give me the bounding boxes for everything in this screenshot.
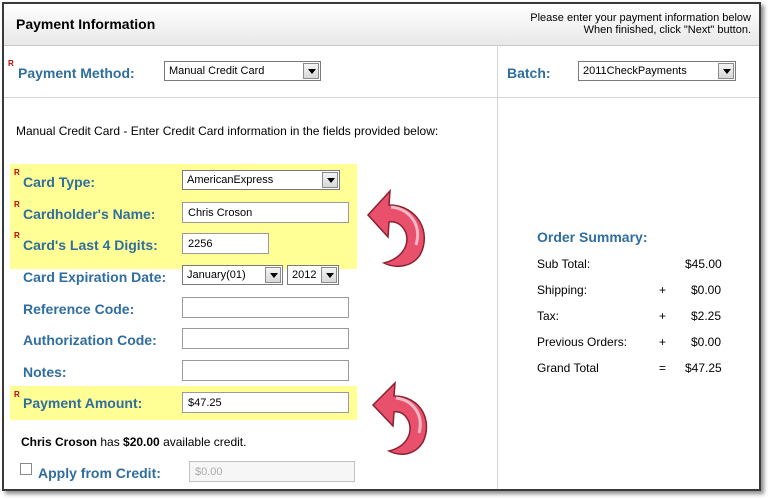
payment-amount-label: Payment Amount: xyxy=(23,395,143,411)
chevron-down-icon[interactable] xyxy=(322,172,338,188)
shipping-value: $0.00 xyxy=(691,283,722,297)
shipping-sign: + xyxy=(659,283,667,297)
grand-total-value: $47.25 xyxy=(685,361,722,375)
order-summary-title: Order Summary: xyxy=(537,229,648,245)
payment-method-value: Manual Credit Card xyxy=(169,65,265,77)
required-marker: R xyxy=(14,200,20,209)
intro-text: Manual Credit Card - Enter Credit Card i… xyxy=(16,124,439,138)
chevron-down-icon[interactable] xyxy=(265,267,281,283)
authorization-code-label: Authorization Code: xyxy=(23,332,157,348)
instruction-line-1: Please enter your payment information be… xyxy=(530,12,751,24)
shipping-label: Shipping: xyxy=(537,283,588,297)
credit-available-text: available credit. xyxy=(159,435,247,449)
expiration-label: Card Expiration Date: xyxy=(23,269,167,285)
required-marker: R xyxy=(14,168,20,177)
required-marker: R xyxy=(8,59,14,68)
required-marker: R xyxy=(14,390,20,399)
tax-sign: + xyxy=(659,309,667,323)
payment-panel: Payment Information Please enter your pa… xyxy=(2,2,761,491)
tax-label: Tax: xyxy=(537,309,560,323)
expiration-month-value: January(01) xyxy=(187,269,246,281)
last4-label: Card's Last 4 Digits: xyxy=(23,237,158,253)
red-curved-arrow-icon xyxy=(366,188,425,268)
previous-orders-value: $0.00 xyxy=(691,335,722,349)
tax-value: $2.25 xyxy=(691,309,722,323)
expiration-year-select[interactable]: 2012 xyxy=(287,265,339,285)
chevron-down-icon[interactable] xyxy=(321,267,337,283)
notes-input[interactable] xyxy=(182,360,349,381)
card-type-select[interactable]: AmericanExpress xyxy=(182,170,340,190)
credit-customer-name: Chris Croson xyxy=(21,435,98,449)
payment-method-select[interactable]: Manual Credit Card xyxy=(164,61,321,81)
sub-total-label: Sub Total: xyxy=(537,257,591,271)
card-type-label: Card Type: xyxy=(23,174,96,190)
authorization-code-input[interactable] xyxy=(182,328,349,349)
previous-orders-sign: + xyxy=(659,335,667,349)
batch-select[interactable]: 2011CheckPayments xyxy=(578,61,736,81)
last4-input[interactable]: 2256 xyxy=(182,233,269,254)
reference-code-input[interactable] xyxy=(182,297,349,318)
batch-label: Batch: xyxy=(507,65,551,81)
grand-total-label: Grand Total xyxy=(537,361,599,375)
available-credit-text: Chris Croson has $20.00 available credit… xyxy=(21,435,246,449)
cardholder-name-input[interactable]: Chris Croson xyxy=(182,202,349,223)
expiration-year-value: 2012 xyxy=(292,269,317,281)
credit-amount: $20.00 xyxy=(123,435,160,449)
apply-credit-label: Apply from Credit: xyxy=(38,465,161,481)
reference-code-label: Reference Code: xyxy=(23,301,135,317)
chevron-down-icon[interactable] xyxy=(718,63,734,79)
expiration-month-select[interactable]: January(01) xyxy=(182,265,283,285)
cardholder-name-label: Cardholder's Name: xyxy=(23,206,156,222)
required-marker: R xyxy=(14,231,20,240)
page-title: Payment Information xyxy=(16,16,156,32)
sub-total-value: $45.00 xyxy=(685,257,722,271)
notes-label: Notes: xyxy=(23,364,67,380)
batch-value: 2011CheckPayments xyxy=(583,65,687,77)
apply-credit-checkbox[interactable] xyxy=(20,463,32,475)
payment-amount-input[interactable]: $47.25 xyxy=(182,392,349,413)
horizontal-divider xyxy=(4,97,759,98)
instruction-line-2: When finished, click "Next" button. xyxy=(583,24,751,36)
apply-credit-input[interactable]: $0.00 xyxy=(189,461,355,482)
panel-header: Payment Information Please enter your pa… xyxy=(4,4,759,46)
red-curved-arrow-icon xyxy=(371,381,428,455)
card-type-value: AmericanExpress xyxy=(187,174,274,186)
credit-has-text: has xyxy=(97,435,124,449)
previous-orders-label: Previous Orders: xyxy=(537,335,628,349)
chevron-down-icon[interactable] xyxy=(303,63,319,79)
header-instructions: Please enter your payment information be… xyxy=(530,12,751,36)
grand-total-sign: = xyxy=(659,361,667,375)
vertical-divider xyxy=(497,45,498,489)
payment-method-label: Payment Method: xyxy=(18,65,135,81)
